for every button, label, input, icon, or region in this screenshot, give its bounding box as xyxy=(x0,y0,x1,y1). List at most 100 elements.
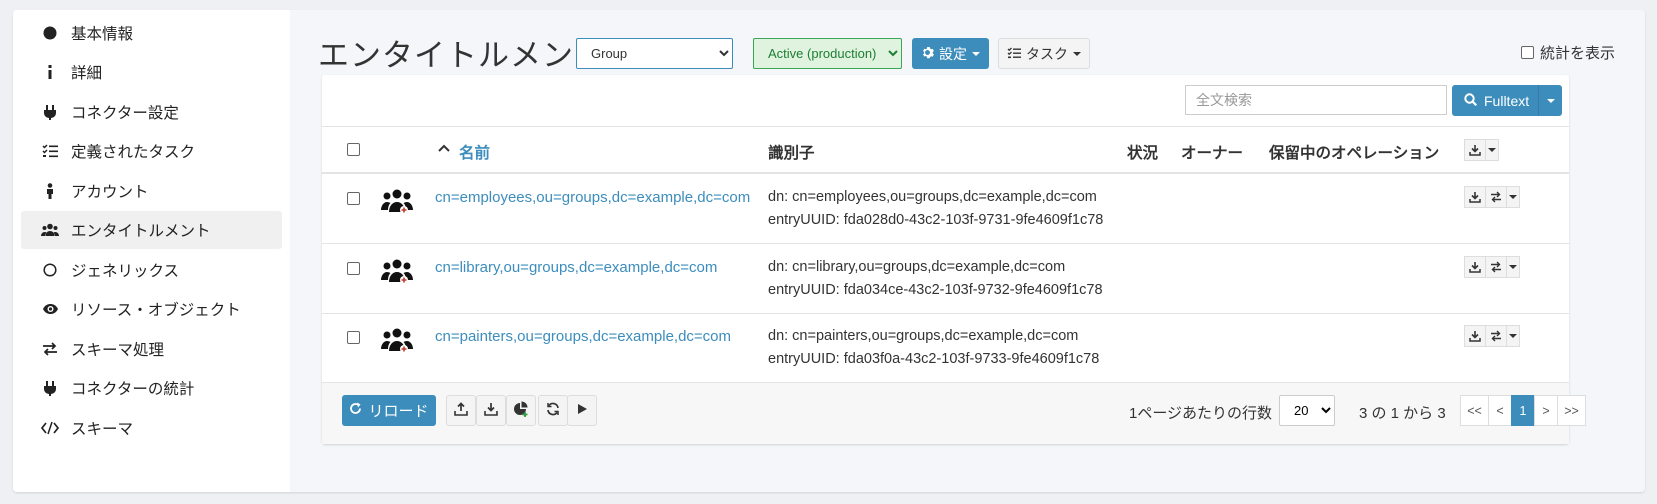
sidebar-item-label: リソース・オブジェクト xyxy=(71,302,241,319)
rows-per-page-label: 1ページあたりの行数 xyxy=(1129,405,1273,422)
plug-icon xyxy=(41,379,59,397)
pagination: << < 1 > >> xyxy=(1460,395,1586,426)
caret-down-icon xyxy=(972,51,980,56)
row-uuid: entryUUID: fda03f0a-43c2-103f-9733-9fe46… xyxy=(768,351,1100,367)
kind-select[interactable]: Group xyxy=(576,38,733,69)
fulltext-search-button[interactable]: Fulltext xyxy=(1452,85,1562,116)
eye-icon xyxy=(41,300,59,318)
refresh-button[interactable] xyxy=(538,395,568,426)
paging-range-label: 3 の 1 から 3 xyxy=(1359,405,1446,422)
tasks-label: タスク xyxy=(1026,45,1068,62)
caret-down-icon[interactable] xyxy=(1506,186,1520,208)
row-checkbox[interactable] xyxy=(347,262,360,275)
export-header-group xyxy=(1464,139,1499,161)
row-checkbox[interactable] xyxy=(347,192,360,205)
upload-button[interactable] xyxy=(446,395,476,426)
sidebar-item-connector-stats[interactable]: コネクターの統計 xyxy=(21,369,282,407)
caret-down-icon xyxy=(1546,98,1555,103)
reload-button[interactable]: リロード xyxy=(342,395,436,426)
tasks-button[interactable]: タスク xyxy=(998,38,1090,69)
settings-label: 設定 xyxy=(939,45,967,62)
task-list-icon xyxy=(41,142,59,160)
chevron-up-icon[interactable] xyxy=(437,141,451,159)
row-name-link[interactable]: cn=library,ou=groups,dc=example,dc=com xyxy=(435,259,717,276)
person-icon xyxy=(41,182,59,200)
row-name-link[interactable]: cn=employees,ou=groups,dc=example,dc=com xyxy=(435,189,750,206)
task-list-icon xyxy=(1007,46,1021,62)
download-icon[interactable] xyxy=(1464,139,1486,161)
fulltext-dropdown-toggle[interactable] xyxy=(1538,85,1562,116)
show-stats-toggle[interactable]: 統計を表示 xyxy=(1520,42,1615,63)
download-icon[interactable] xyxy=(1464,256,1486,278)
row-dn: dn: cn=library,ou=groups,dc=example,dc=c… xyxy=(768,259,1066,275)
group-icon xyxy=(381,327,413,359)
sidebar-item-resource-objects[interactable]: リソース・オブジェクト xyxy=(21,290,282,328)
exchange-icon[interactable] xyxy=(1485,325,1507,347)
pager-first[interactable]: << xyxy=(1460,395,1489,426)
exchange-icon[interactable] xyxy=(1485,186,1507,208)
table-row: cn=library,ou=groups,dc=example,dc=com d… xyxy=(322,244,1569,314)
pager-next[interactable]: > xyxy=(1534,395,1558,426)
pager-prev[interactable]: < xyxy=(1488,395,1512,426)
show-stats-label: 統計を表示 xyxy=(1539,45,1615,62)
show-stats-checkbox[interactable] xyxy=(1520,46,1534,59)
table-row: cn=employees,ou=groups,dc=example,dc=com… xyxy=(322,174,1569,244)
search-input[interactable]: 全文検索 xyxy=(1185,85,1447,115)
download-icon[interactable] xyxy=(1464,325,1486,347)
row-checkbox[interactable] xyxy=(347,331,360,344)
sidebar-item-label: コネクターの統計 xyxy=(71,381,195,398)
column-header-pending-operations: 保留中のオペレーション xyxy=(1269,145,1440,162)
reload-label: リロード xyxy=(368,403,429,420)
sidebar-item-accounts[interactable]: アカウント xyxy=(21,172,282,210)
sidebar-item-label: スキーマ処理 xyxy=(71,342,165,359)
caret-down-icon[interactable] xyxy=(1506,325,1520,347)
exchange-icon[interactable] xyxy=(1485,256,1507,278)
column-header-identifier: 識別子 xyxy=(768,145,815,162)
sidebar-item-label: スキーマ xyxy=(71,421,134,438)
group-icon xyxy=(381,188,413,220)
sidebar-item-schema[interactable]: スキーマ xyxy=(21,409,282,447)
sidebar-item-defined-tasks[interactable]: 定義されたタスク xyxy=(21,132,282,170)
main-window: 基本情報 詳細 コネクター設定 定義されたタスク アカウント エンタイトルメント… xyxy=(13,10,1645,492)
row-actions xyxy=(1464,186,1520,208)
select-all-checkbox[interactable] xyxy=(347,143,360,156)
column-header-name[interactable]: 名前 xyxy=(459,141,490,163)
code-icon xyxy=(41,419,59,437)
plug-icon xyxy=(41,103,59,121)
info-icon xyxy=(41,63,59,81)
sidebar-item-details[interactable]: 詳細 xyxy=(21,53,282,91)
pager-last[interactable]: >> xyxy=(1557,395,1586,426)
sidebar-item-entitlements[interactable]: エンタイトルメント xyxy=(21,211,282,249)
pager-page-1[interactable]: 1 xyxy=(1511,395,1535,426)
sidebar-item-generics[interactable]: ジェネリックス xyxy=(21,251,282,289)
rows-per-page-select[interactable]: 20 xyxy=(1279,395,1335,426)
download-icon[interactable] xyxy=(1464,186,1486,208)
column-header-status: 状況 xyxy=(1127,145,1159,162)
caret-down-icon xyxy=(1073,51,1081,56)
play-button[interactable] xyxy=(567,395,597,426)
row-dn: dn: cn=painters,ou=groups,dc=example,dc=… xyxy=(768,328,1079,344)
row-uuid: entryUUID: fda034ce-43c2-103f-9732-9fe46… xyxy=(768,282,1103,298)
caret-down-icon[interactable] xyxy=(1506,256,1520,278)
row-name-link[interactable]: cn=painters,ou=groups,dc=example,dc=com xyxy=(435,328,731,345)
refresh-icon xyxy=(349,402,362,419)
group-icon xyxy=(381,258,413,290)
sidebar-item-label: 基本情報 xyxy=(71,26,134,43)
sidebar-item-schema-handling[interactable]: スキーマ処理 xyxy=(21,330,282,368)
caret-down-icon[interactable] xyxy=(1485,139,1499,161)
pie-chart-plus-icon xyxy=(513,401,529,421)
create-report-button[interactable] xyxy=(506,395,536,426)
exchange-icon xyxy=(41,340,59,358)
page-title: エンタイトルメント xyxy=(318,38,606,73)
download-icon xyxy=(484,402,498,420)
lifecycle-status-select[interactable]: Active (production) xyxy=(753,38,902,69)
download-button[interactable] xyxy=(476,395,506,426)
table-header: 名前 識別子 状況 オーナー 保留中のオペレーション xyxy=(322,126,1569,174)
settings-button[interactable]: 設定 xyxy=(912,38,989,69)
sidebar-item-label: ジェネリックス xyxy=(71,263,180,280)
sidebar-item-connector-config[interactable]: コネクター設定 xyxy=(21,93,282,131)
sidebar-item-basic-info[interactable]: 基本情報 xyxy=(21,14,282,52)
sidebar-item-label: エンタイトルメント xyxy=(71,223,211,240)
circle-filled-icon xyxy=(41,24,59,42)
gear-icon xyxy=(921,46,934,62)
